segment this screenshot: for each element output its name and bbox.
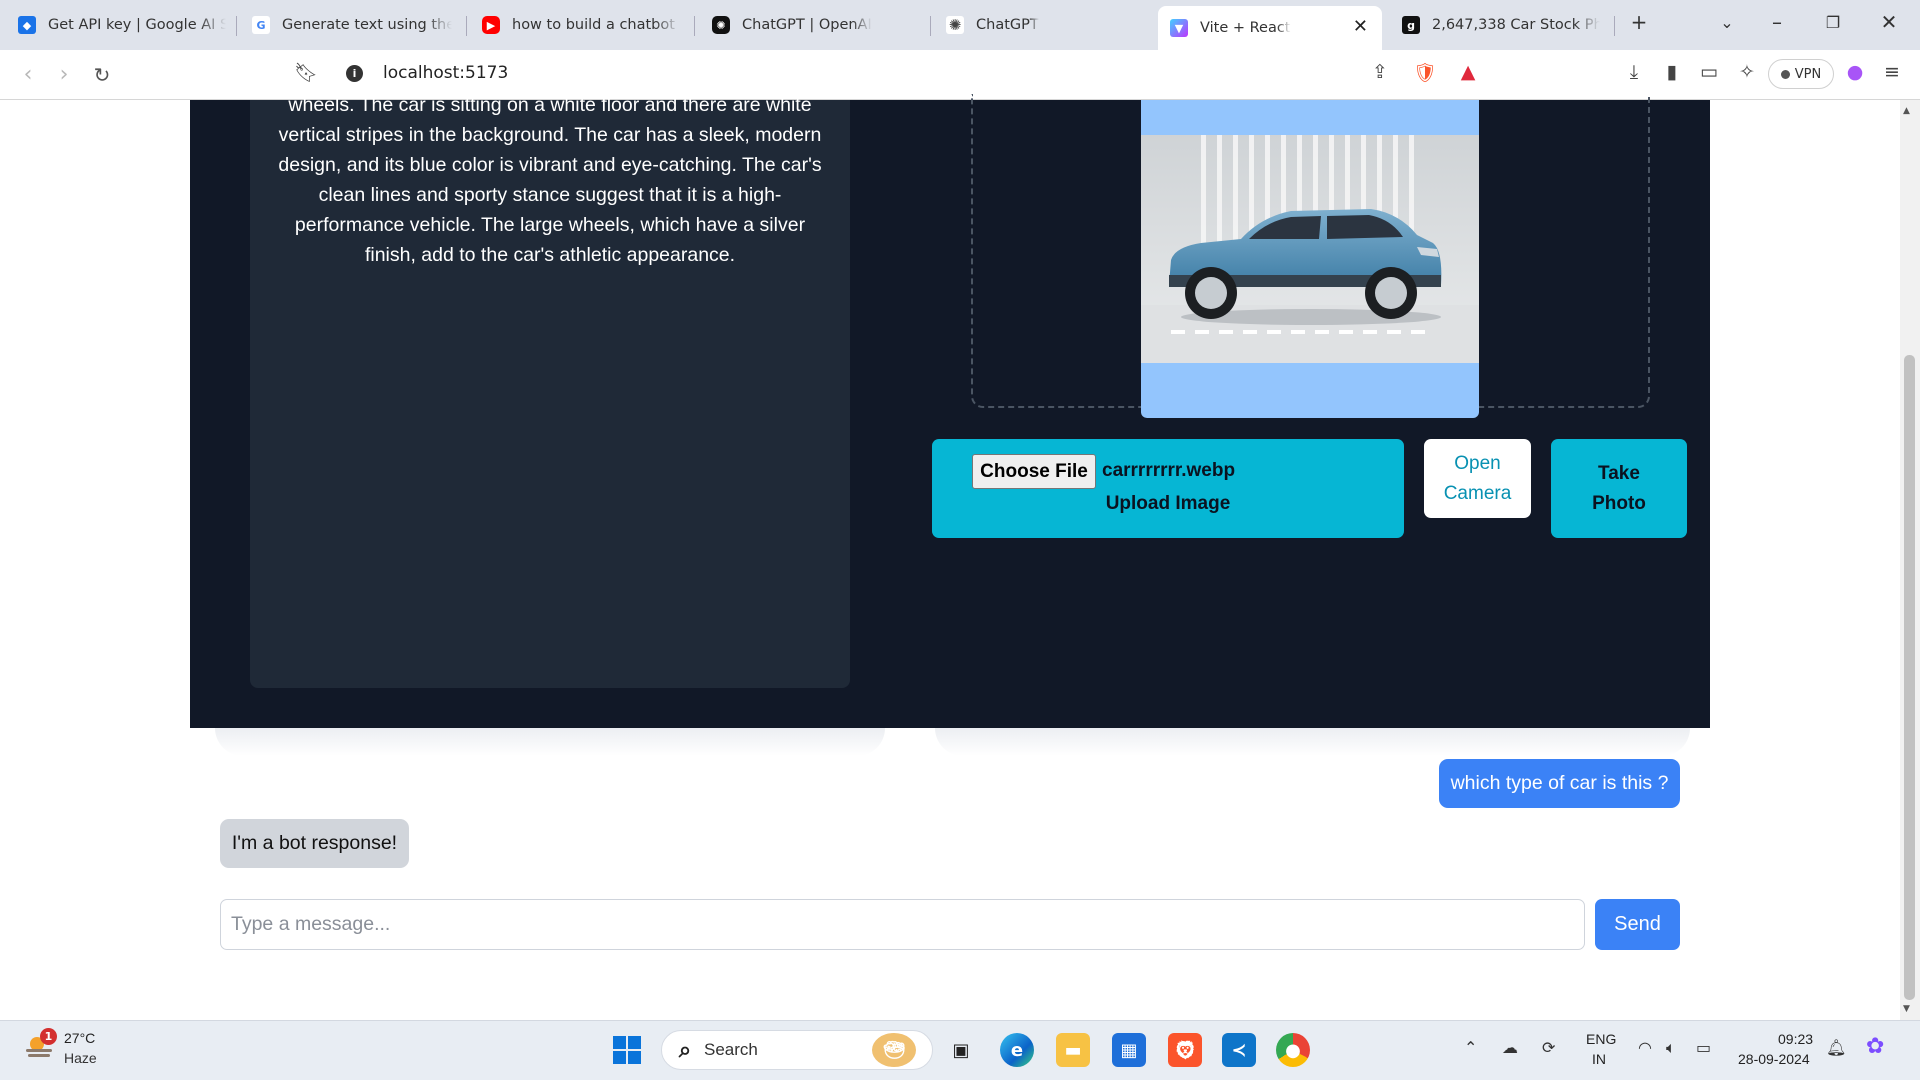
open-camera-button[interactable]: Open Camera: [1424, 439, 1531, 518]
forward-icon[interactable]: ›: [50, 62, 78, 87]
windows-start-icon[interactable]: [610, 1033, 644, 1067]
browser-tab-strip: ◆ Get API key | Google AI St G Generate …: [0, 0, 1920, 50]
tab-separator: [694, 16, 695, 36]
take-photo-button[interactable]: Take Photo: [1551, 439, 1687, 538]
brave-browser-icon[interactable]: 🦁︎: [1168, 1033, 1202, 1067]
profile-avatar-icon[interactable]: ●: [1841, 61, 1869, 83]
youtube-icon: ▶: [482, 16, 500, 34]
microsoft-store-icon[interactable]: ▦: [1112, 1033, 1146, 1067]
chatgpt-icon: ✺: [946, 16, 964, 34]
edge-icon[interactable]: e: [1000, 1033, 1034, 1067]
scroll-up-icon[interactable]: ▲: [1903, 106, 1910, 116]
temperature[interactable]: 27°C: [64, 1030, 95, 1046]
download-icon[interactable]: ⤓: [1620, 61, 1648, 83]
close-window-icon[interactable]: ✕: [1874, 10, 1904, 34]
tab-chatgpt[interactable]: ✺ ChatGPT: [934, 6, 1154, 44]
tab-generate-text[interactable]: G Generate text using the G: [240, 6, 464, 44]
wallet-icon[interactable]: ▭: [1695, 61, 1723, 83]
onedrive-icon[interactable]: ☁︎: [1502, 1038, 1518, 1057]
wifi-icon[interactable]: ◠: [1638, 1038, 1652, 1057]
battery-icon[interactable]: ▭: [1696, 1038, 1711, 1057]
search-icon: ⌕: [678, 1037, 692, 1063]
weather-notification-badge: 1: [40, 1028, 57, 1045]
sync-icon[interactable]: ⟳: [1542, 1038, 1555, 1057]
notifications-icon[interactable]: 🔔︎: [1826, 1038, 1846, 1057]
tab-search-chevron-icon[interactable]: ⌄: [1712, 13, 1742, 32]
language-indicator[interactable]: ENG: [1586, 1031, 1616, 1047]
clock-time[interactable]: 09:23: [1778, 1031, 1813, 1047]
tab-separator: [930, 16, 931, 36]
message-input[interactable]: [220, 899, 1585, 950]
tab-youtube-chatbot[interactable]: ▶ how to build a chatbot fo: [470, 6, 692, 44]
sidebar-icon[interactable]: ▮: [1658, 61, 1686, 83]
menu-icon[interactable]: ≡: [1878, 61, 1906, 83]
bookmark-icon[interactable]: 🔖︎: [292, 61, 320, 84]
weather-condition[interactable]: Haze: [64, 1050, 97, 1066]
choose-file-button[interactable]: Choose File: [972, 454, 1096, 489]
show-hidden-icons-icon[interactable]: ⌃: [1464, 1038, 1477, 1057]
vpn-status-icon: [1780, 69, 1790, 79]
file-explorer-icon[interactable]: ▬: [1056, 1033, 1090, 1067]
google-icon: G: [252, 16, 270, 34]
close-tab-icon[interactable]: ✕: [1353, 16, 1368, 37]
image-description: wheels. The car is sitting on a white fl…: [278, 94, 822, 266]
new-tab-icon[interactable]: +: [1624, 10, 1654, 34]
task-view-icon[interactable]: ▣: [944, 1033, 978, 1067]
getty-icon: g: [1402, 16, 1420, 34]
tab-chatgpt-openai[interactable]: ✺ ChatGPT | OpenAI: [700, 6, 928, 44]
vscode-icon[interactable]: ≺: [1222, 1033, 1256, 1067]
vite-icon: ▼: [1170, 19, 1188, 37]
chrome-icon[interactable]: ●: [1276, 1033, 1310, 1067]
ai-studio-icon: ◆: [18, 16, 36, 34]
openai-icon: ✺: [712, 16, 730, 34]
scrollbar-thumb[interactable]: [1904, 355, 1915, 1000]
tab-separator: [466, 16, 467, 36]
scroll-down-icon[interactable]: ▼: [1903, 1004, 1910, 1014]
brave-shields-icon[interactable]: 🛡︎: [1411, 61, 1439, 84]
url-text[interactable]: localhost:5173: [383, 63, 508, 83]
volume-icon[interactable]: 🔈︎: [1666, 1038, 1676, 1058]
share-icon[interactable]: ⇪: [1366, 61, 1394, 83]
region-indicator[interactable]: IN: [1592, 1051, 1606, 1067]
car-image-icon: [1141, 135, 1479, 363]
restore-icon[interactable]: ❐: [1818, 13, 1848, 32]
brave-rewards-icon[interactable]: ▲: [1454, 61, 1482, 83]
tab-car-stock-photos[interactable]: g 2,647,338 Car Stock Photo: [1390, 6, 1612, 44]
tab-separator: [1614, 16, 1615, 36]
bot-message: I'm a bot response!: [220, 819, 409, 868]
upload-image-label: Upload Image: [1105, 493, 1231, 514]
tab-google-ai-studio[interactable]: ◆ Get API key | Google AI St: [6, 6, 238, 44]
tab-separator: [236, 16, 237, 36]
clock-date[interactable]: 28-09-2024: [1738, 1051, 1810, 1067]
vpn-button[interactable]: VPN: [1768, 59, 1834, 89]
panel-shadow: [935, 728, 1690, 756]
back-icon[interactable]: ‹: [14, 62, 42, 87]
leo-ai-icon[interactable]: ✧: [1733, 61, 1761, 83]
send-button[interactable]: Send: [1595, 899, 1680, 950]
panel-shadow: [215, 728, 885, 756]
car-photo: [1141, 135, 1479, 363]
selected-file-name: carrrrrrrr.webp: [1102, 460, 1236, 481]
site-info-icon[interactable]: i: [346, 65, 363, 82]
search-highlight-icon: 🥗︎: [872, 1033, 916, 1067]
taskbar-search-label: Search: [704, 1040, 758, 1059]
copilot-icon[interactable]: ✿: [1866, 1034, 1884, 1059]
reload-icon[interactable]: ↻: [88, 63, 116, 87]
minimize-icon[interactable]: –: [1762, 10, 1792, 34]
user-message: which type of car is this ?: [1439, 759, 1680, 808]
tab-vite-react[interactable]: ▼ Vite + React ✕: [1158, 6, 1382, 50]
